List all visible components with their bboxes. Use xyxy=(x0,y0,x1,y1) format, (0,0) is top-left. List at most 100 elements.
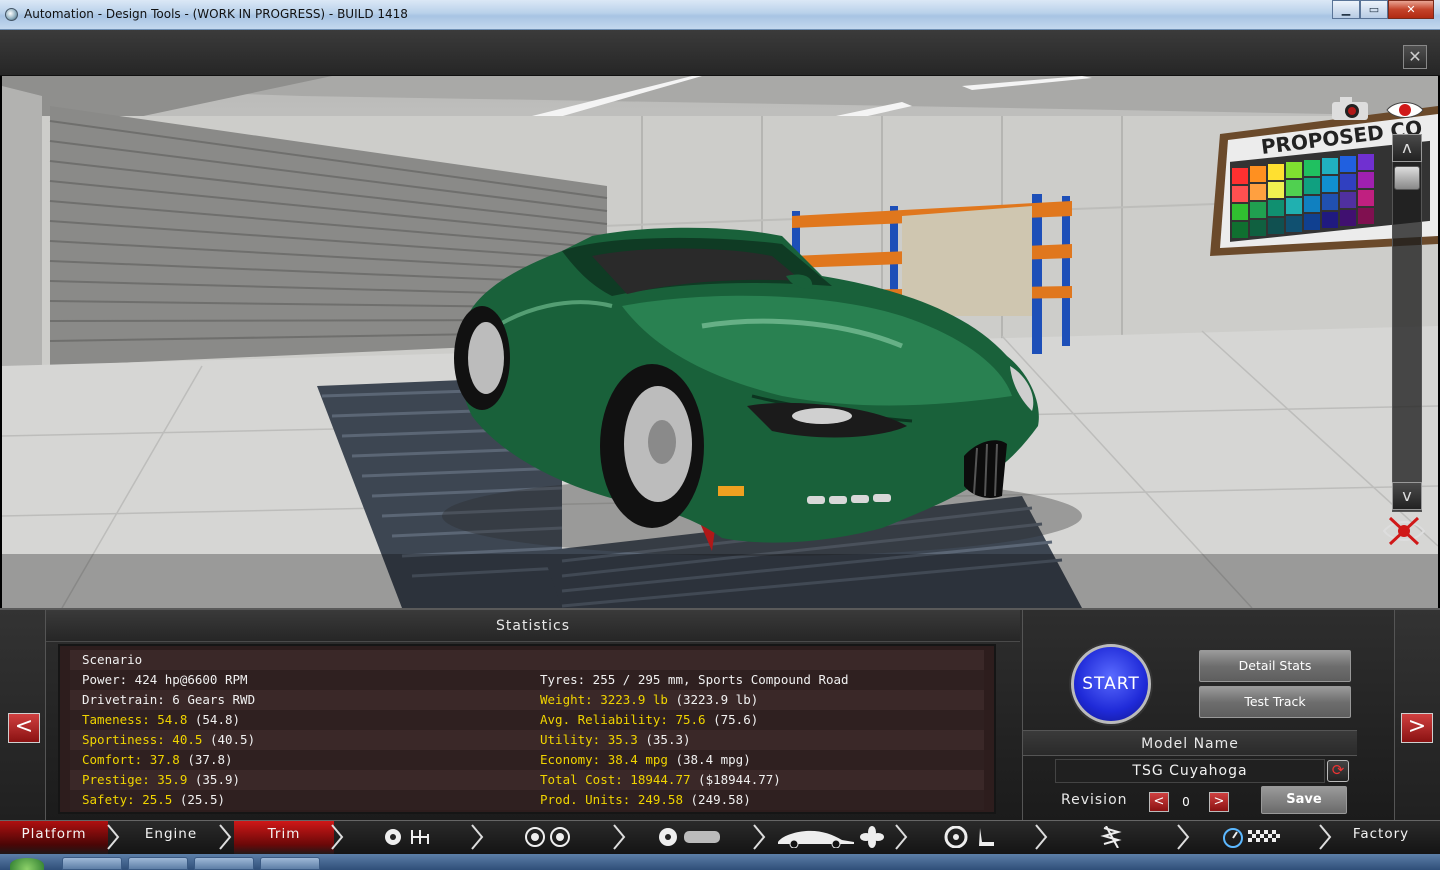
tab-trim-label: Trim xyxy=(267,826,301,842)
stat-base-value: (75.6) xyxy=(705,712,759,727)
stat-left-cell: Power: 424 hp@6600 RPM xyxy=(82,670,248,690)
stat-label: Power: 424 hp@6600 RPM xyxy=(82,672,248,687)
chevron-right-icon xyxy=(895,824,908,850)
chevron-right-icon xyxy=(1319,824,1332,850)
scroll-down-button[interactable]: v xyxy=(1392,482,1422,510)
stat-base-value: (25.5) xyxy=(172,792,225,807)
test-track-button[interactable]: Test Track xyxy=(1199,686,1351,718)
randomize-name-icon[interactable]: ⟳ xyxy=(1327,760,1349,782)
aero-icon[interactable] xyxy=(776,826,886,848)
hide-view-icon[interactable] xyxy=(1382,514,1426,548)
stat-label: Total Cost: 18944.77 xyxy=(540,772,691,787)
stat-right-cell: Prod. Units: 249.58 (249.58) xyxy=(540,790,751,810)
stat-label: Economy: 38.4 mpg xyxy=(540,752,668,767)
chevron-right-icon xyxy=(1035,824,1048,850)
stat-base-value: (40.5) xyxy=(202,732,256,747)
tab-engine[interactable]: Engine xyxy=(122,821,220,855)
tab-trim[interactable]: Trim xyxy=(234,821,334,855)
revision-next-button[interactable]: > xyxy=(1209,792,1229,812)
stat-label: Prestige: 35.9 xyxy=(82,772,188,787)
chevron-right-icon xyxy=(219,824,232,850)
stat-base-value: (35.3) xyxy=(637,732,691,747)
chevron-right-icon xyxy=(1177,824,1190,850)
next-section-button[interactable]: > xyxy=(1401,713,1433,743)
model-name-field[interactable]: TSG Cuyahoga xyxy=(1055,759,1325,783)
stat-left-cell: Sportiness: 40.5 (40.5) xyxy=(82,730,255,750)
revision-previous-button[interactable]: < xyxy=(1149,792,1169,812)
left-panel-gutter: < xyxy=(0,610,46,822)
chevron-right-icon xyxy=(107,824,120,850)
minimize-button[interactable]: ▁ xyxy=(1332,0,1360,19)
maximize-button[interactable]: ▭ xyxy=(1360,0,1388,19)
stat-row: Power: 424 hp@6600 RPM Tyres: 255 / 295 m… xyxy=(70,670,984,690)
stat-left-cell: Comfort: 37.8 (37.8) xyxy=(82,750,233,770)
stat-label: Tameness: 54.8 xyxy=(82,712,188,727)
chevron-right-icon xyxy=(471,824,484,850)
interior-icon[interactable] xyxy=(942,826,998,848)
stat-left-cell: Drivetrain: 6 Gears RWD xyxy=(82,690,255,710)
taskbar-item[interactable] xyxy=(194,857,254,870)
stat-right-cell: Utility: 35.3 (35.3) xyxy=(540,730,691,750)
stat-row: Prestige: 35.9 (35.9) Total Cost: 18944.7… xyxy=(70,770,984,790)
window-close-button[interactable]: ✕ xyxy=(1388,0,1434,19)
car-3d-viewport[interactable]: PROPOSED CO ʌ v xyxy=(2,76,1438,608)
stat-base-value: (38.4 mpg) xyxy=(667,752,751,767)
taskbar-item[interactable] xyxy=(128,857,188,870)
taskbar-item[interactable] xyxy=(62,857,122,870)
stat-label: Drivetrain: 6 Gears RWD xyxy=(82,692,256,707)
tab-engine-label: Engine xyxy=(144,826,198,842)
window-controls: ▁ ▭ ✕ xyxy=(1332,0,1434,19)
tab-platform[interactable]: Platform xyxy=(0,821,108,855)
stat-label: Safety: 25.5 xyxy=(82,792,173,807)
stat-right-cell: Total Cost: 18944.77 ($18944.77) xyxy=(540,770,781,790)
statistics-table: Scenario Power: 424 hp@6600 RPM Tyres: 255… xyxy=(58,644,996,814)
scroll-thumb[interactable] xyxy=(1394,166,1420,190)
actions-area: START Detail Stats Test Track Model Name… xyxy=(1022,610,1357,822)
design-navigation-bar: Platform Engine Trim Factory xyxy=(0,820,1440,855)
model-name-label: Model Name xyxy=(1023,730,1357,756)
statistics-panel: < Statistics Scenario Power: 424 hp@6600 … xyxy=(0,608,1440,822)
stat-left-cell: Scenario xyxy=(82,650,142,670)
stat-label: Scenario xyxy=(82,652,143,667)
stat-base-value: (37.8) xyxy=(179,752,233,767)
save-button[interactable]: Save xyxy=(1261,786,1347,814)
stat-row: Comfort: 37.8 (37.8) Economy: 38.4 mpg (3… xyxy=(70,750,984,770)
tab-factory-label: Factory xyxy=(1352,826,1410,842)
taskbar-item[interactable] xyxy=(260,857,320,870)
gearbox-icon[interactable] xyxy=(382,826,438,848)
window-title: Automation - Design Tools - (WORK IN PRO… xyxy=(24,7,408,21)
stat-row: Drivetrain: 6 Gears RWD Weight: 3223.9 lb… xyxy=(70,690,984,710)
stat-row: Sportiness: 40.5 (40.5) Utility: 35.3 (35… xyxy=(70,730,984,750)
scroll-up-button[interactable]: ʌ xyxy=(1392,134,1422,162)
os-start-orb[interactable] xyxy=(10,858,44,870)
revision-label: Revision xyxy=(1061,792,1128,808)
detail-stats-button[interactable]: Detail Stats xyxy=(1199,650,1351,682)
stat-label: Utility: 35.3 xyxy=(540,732,638,747)
tab-factory[interactable]: Factory xyxy=(1334,821,1428,855)
stat-left-cell: Prestige: 35.9 (35.9) xyxy=(82,770,240,790)
app-icon xyxy=(5,8,18,21)
eye-icon[interactable] xyxy=(1385,98,1425,122)
stat-label: Weight: 3223.9 lb xyxy=(540,692,668,707)
stat-label: Prod. Units: 249.58 xyxy=(540,792,683,807)
view-zoom-scrollbar[interactable] xyxy=(1392,134,1422,512)
stat-base-value: (54.8) xyxy=(187,712,241,727)
stat-base-value: (3223.9 lb) xyxy=(667,692,759,707)
stat-label: Avg. Reliability: 75.6 xyxy=(540,712,706,727)
camera-icon[interactable] xyxy=(1330,94,1370,122)
close-design-button[interactable]: ✕ xyxy=(1403,45,1427,69)
stat-row: Scenario xyxy=(70,650,984,670)
suspension-icon[interactable] xyxy=(1096,826,1128,848)
previous-section-button[interactable]: < xyxy=(8,713,40,743)
wheels-icon[interactable] xyxy=(522,826,574,848)
revision-value: 0 xyxy=(1182,795,1190,809)
top-toolbar: ✕ xyxy=(0,30,1440,76)
window-title-bar: Automation - Design Tools - (WORK IN PRO… xyxy=(0,0,1440,30)
garage-scene: PROPOSED CO xyxy=(2,76,1438,608)
stat-base-value: ($18944.77) xyxy=(690,772,781,787)
testing-icon[interactable] xyxy=(1222,826,1284,848)
start-button[interactable]: START xyxy=(1071,644,1151,724)
stat-left-cell: Safety: 25.5 (25.5) xyxy=(82,790,225,810)
stat-left-cell: Tameness: 54.8 (54.8) xyxy=(82,710,240,730)
brakes-icon[interactable] xyxy=(656,826,722,848)
